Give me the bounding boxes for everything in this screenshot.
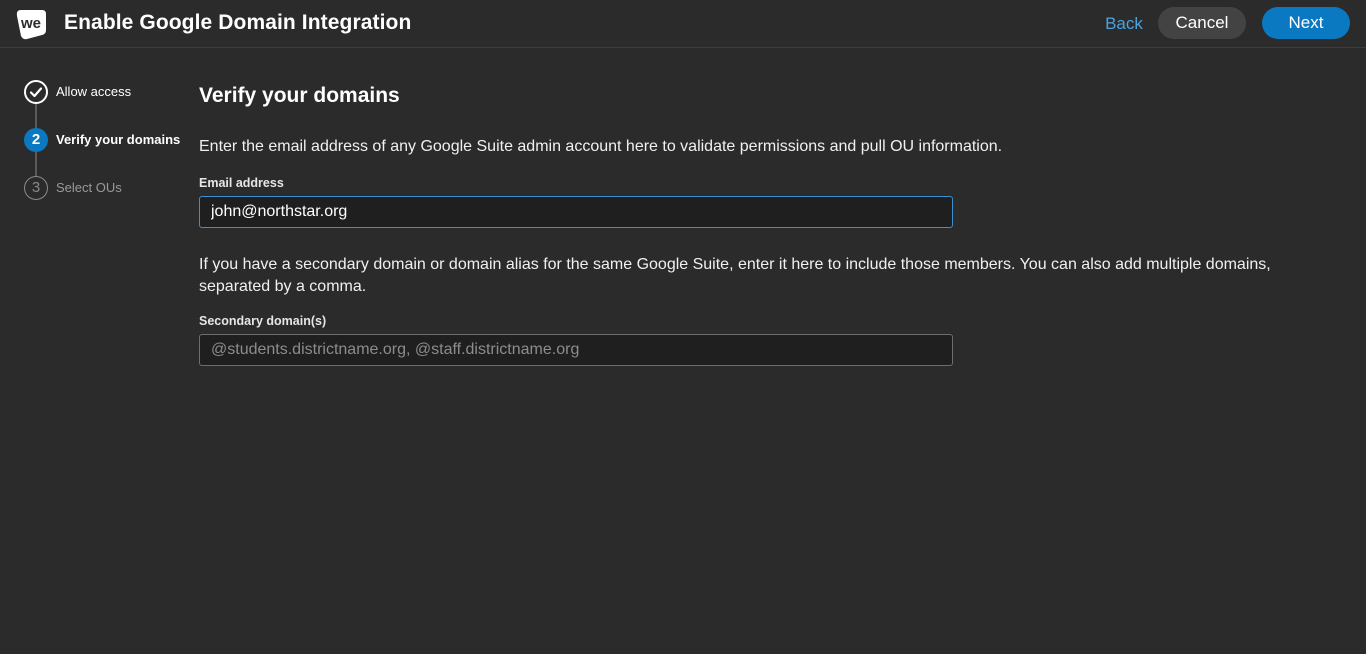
step-number: 3 bbox=[24, 176, 48, 200]
email-label: Email address bbox=[199, 176, 284, 190]
checkmark-icon bbox=[29, 87, 43, 98]
step-label: Verify your domains bbox=[56, 132, 181, 147]
next-button[interactable]: Next bbox=[1262, 7, 1350, 39]
step-complete-circle bbox=[24, 80, 48, 104]
step-connector bbox=[35, 152, 37, 176]
we-logo-icon: we bbox=[16, 10, 46, 40]
step-verify-domains[interactable]: 2 Verify your domains bbox=[24, 128, 194, 152]
step-select-ous[interactable]: 3 Select OUs bbox=[24, 176, 194, 200]
step-connector bbox=[35, 104, 37, 128]
wizard-stepper: Allow access 2 Verify your domains 3 Sel… bbox=[24, 80, 194, 210]
step-number: 2 bbox=[24, 128, 48, 152]
secondary-domain-label: Secondary domain(s) bbox=[199, 314, 327, 328]
top-bar: we Enable Google Domain Integration Back… bbox=[0, 0, 1366, 48]
step-label: Allow access bbox=[56, 84, 132, 99]
cancel-button[interactable]: Cancel bbox=[1158, 7, 1246, 39]
email-input[interactable] bbox=[199, 196, 953, 228]
step-allow-access[interactable]: Allow access bbox=[24, 80, 194, 104]
back-button[interactable]: Back bbox=[1096, 8, 1152, 39]
svg-text:we: we bbox=[20, 15, 41, 32]
secondary-domain-description: If you have a secondary domain or domain… bbox=[199, 256, 1271, 295]
page-title: Enable Google Domain Integration bbox=[64, 11, 412, 34]
section-title: Verify your domains bbox=[199, 84, 400, 107]
email-description: Enter the email address of any Google Su… bbox=[199, 138, 1003, 155]
secondary-domain-input[interactable] bbox=[199, 334, 953, 366]
step-label: Select OUs bbox=[56, 180, 122, 195]
